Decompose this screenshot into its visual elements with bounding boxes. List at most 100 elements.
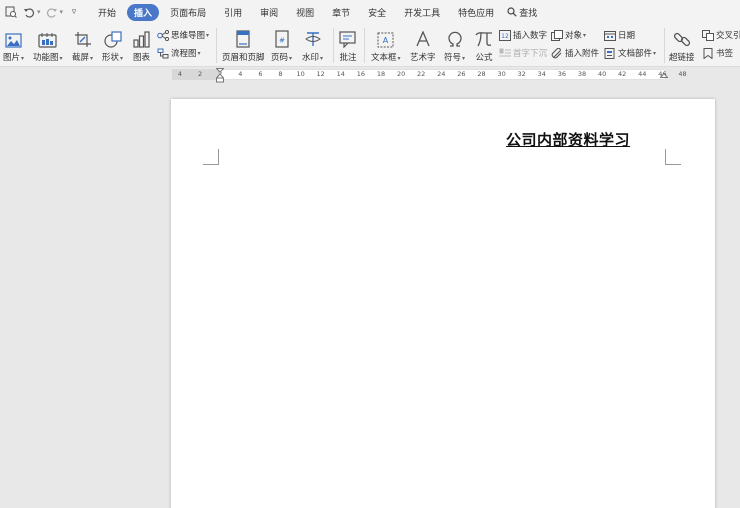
object-button[interactable]: 对象 ▾ [551, 29, 586, 41]
attachment-label: 插入附件 [565, 49, 600, 59]
margin-corner-top-right [665, 149, 681, 165]
ribbon-divider [364, 28, 365, 63]
tab-review[interactable]: 审阅 [253, 4, 285, 21]
comment-icon [339, 31, 356, 48]
drop-cap-icon [499, 48, 511, 56]
symbol-button[interactable]: 符号▾ [444, 28, 465, 63]
screenshot-label: 截屏 [72, 53, 90, 63]
function-chart-button[interactable]: 功能图▾ [33, 28, 63, 63]
tab-insert[interactable]: 插入 [127, 3, 160, 21]
hyperlink-label: 超链接 [669, 53, 695, 63]
wordart-button[interactable]: 艺术字 [410, 28, 436, 63]
ruler-number: 44 [638, 70, 647, 78]
tab-references[interactable]: 引用 [217, 4, 249, 21]
mind-map-button[interactable]: 思维导图 ▾ [157, 29, 209, 41]
search-button[interactable]: 查找 [507, 6, 537, 19]
comment-button[interactable]: 批注 [339, 28, 357, 63]
ribbon-divider [216, 28, 217, 63]
paperclip-icon [551, 47, 562, 58]
symbol-icon [447, 31, 462, 47]
screenshot-button[interactable]: 截屏▾ [72, 28, 93, 63]
textbox-icon: A [377, 32, 394, 48]
horizontal-ruler[interactable]: 4224681012141618202224262830323436384042… [0, 67, 740, 83]
ruler-number: 20 [396, 70, 406, 78]
hyperlink-button[interactable]: 超链接 [669, 28, 695, 63]
function-chart-label: 功能图 [33, 53, 59, 63]
picture-button[interactable]: 图片▾ [3, 28, 24, 63]
flowchart-icon [157, 48, 169, 58]
ruler-number: 4 [238, 70, 243, 78]
tab-page-layout[interactable]: 页面布局 [163, 4, 213, 21]
drop-cap-button[interactable]: 首字下沉 [499, 47, 547, 59]
header-footer-label: 页眉和页脚 [222, 53, 265, 63]
flowchart-button[interactable]: 流程图 ▾ [157, 47, 201, 59]
hyperlink-icon [673, 32, 690, 47]
shape-button[interactable]: 形状▾ [102, 28, 123, 63]
watermark-icon [304, 32, 321, 46]
doc-parts-button[interactable]: 文档部件 ▾ [604, 47, 656, 59]
right-indent-marker[interactable] [660, 73, 668, 81]
formula-icon [475, 32, 492, 47]
textbox-button[interactable]: A 文本框▾ [371, 28, 401, 63]
page-number-label: 页码 [271, 53, 289, 63]
svg-text:12: 12 [501, 33, 509, 40]
left-indent-marker[interactable] [216, 68, 224, 83]
quick-access-toolbar: ▾ ▾ ▿ [0, 5, 85, 19]
comment-label: 批注 [339, 53, 357, 63]
undo-icon[interactable] [22, 5, 36, 19]
chart-label: 图表 [133, 53, 151, 63]
picture-label: 图片 [3, 53, 21, 63]
bookmark-label: 书签 [716, 49, 734, 59]
tab-home[interactable]: 开始 [91, 4, 123, 21]
textbox-label: 文本框 [371, 53, 397, 63]
object-icon [551, 29, 563, 41]
object-label: 对象 [565, 31, 583, 41]
insert-number-button[interactable]: 12 插入数字 [499, 29, 547, 41]
shape-icon [103, 31, 122, 48]
ruler-number: 6 [258, 70, 263, 78]
ruler-number: 26 [457, 70, 466, 78]
margin-corner-top-left [203, 149, 219, 165]
svg-text:#: # [279, 37, 285, 45]
drop-cap-label: 首字下沉 [513, 49, 548, 59]
customize-icon[interactable]: ▿ [67, 5, 81, 19]
bookmark-button[interactable]: 书签 [702, 47, 733, 59]
tab-developer[interactable]: 开发工具 [397, 4, 447, 21]
ruler-number: 30 [497, 70, 506, 78]
document-title[interactable]: 公司内部资料学习 [506, 129, 630, 150]
search-label: 查找 [519, 8, 538, 19]
date-label: 日期 [618, 31, 636, 41]
calendar-icon [604, 30, 616, 41]
insert-ribbon: 图片▾ 功能图▾ 截屏▾ 形状▾ 图表 思维导图 ▾ 流程图 ▾ 页眉和页脚 # 页… [0, 24, 740, 67]
cross-ref-button[interactable]: 交叉引 [702, 29, 740, 41]
ruler-number: 16 [356, 70, 366, 78]
header-footer-button[interactable]: 页眉和页脚 [222, 28, 265, 63]
symbol-label: 符号 [444, 53, 462, 63]
formula-button[interactable]: 公式 [475, 28, 493, 63]
flowchart-label: 流程图 [171, 49, 197, 59]
ribbon-divider [664, 28, 665, 63]
mind-map-label: 思维导图 [171, 31, 206, 41]
preview-icon[interactable] [4, 5, 18, 19]
tab-view[interactable]: 视图 [289, 4, 321, 21]
document-page[interactable]: 公司内部资料学习 [171, 99, 715, 508]
chart-button[interactable]: 图表 [133, 28, 150, 63]
page-number-button[interactable]: # 页码▾ [271, 28, 292, 63]
tab-security[interactable]: 安全 [361, 4, 393, 21]
function-chart-icon [38, 33, 57, 48]
ruler-number: 2 [198, 70, 203, 78]
tab-special[interactable]: 特色应用 [451, 4, 501, 21]
ruler-number: 22 [417, 70, 426, 78]
redo-dropdown-icon[interactable]: ▾ [60, 8, 64, 16]
redo-icon[interactable] [45, 5, 59, 19]
undo-dropdown-icon[interactable]: ▾ [37, 8, 41, 16]
date-button[interactable]: 日期 [604, 29, 635, 41]
wordart-icon [416, 31, 430, 47]
attachment-button[interactable]: 插入附件 [551, 47, 599, 59]
search-icon [507, 7, 517, 17]
watermark-button[interactable]: 水印▾ [302, 28, 323, 63]
tab-section[interactable]: 章节 [325, 4, 357, 21]
watermark-label: 水印 [302, 53, 320, 63]
ruler-number: 4 [177, 70, 183, 78]
ribbon-tabs: 开始 插入 页面布局 引用 审阅 视图 章节 安全 开发工具 特色应用 查找 [91, 3, 537, 21]
